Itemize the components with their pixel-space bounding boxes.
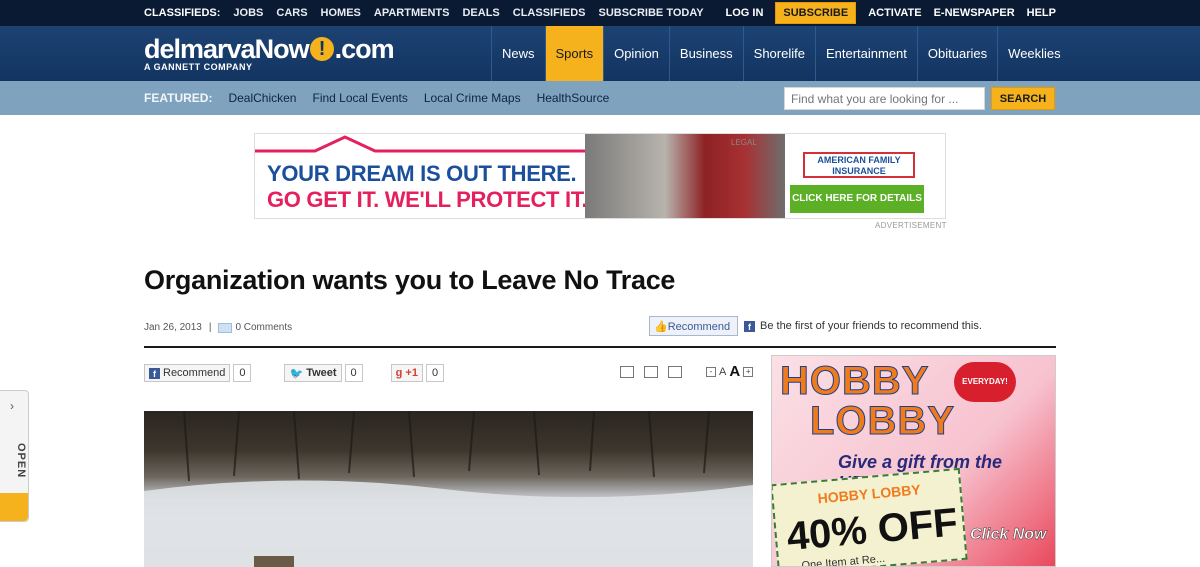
- nav-sports[interactable]: Sports: [544, 26, 604, 81]
- print-icon[interactable]: [644, 365, 658, 378]
- google-plus-icon: g: [395, 367, 403, 379]
- article-meta: Jan 26, 2013 | 0 Comments: [144, 322, 292, 333]
- fb-friends-text: Be the first of your friends to recommen…: [760, 320, 982, 332]
- logo-text-left: delmarva: [144, 34, 256, 64]
- help-link[interactable]: HELP: [1027, 7, 1056, 19]
- plusone-label: +1: [405, 367, 418, 379]
- featured-local-events[interactable]: Find Local Events: [312, 91, 407, 105]
- logo-text-right: .com: [334, 34, 395, 64]
- nav-shorelife[interactable]: Shorelife: [742, 26, 815, 81]
- facebook-icon: f: [744, 320, 755, 332]
- comment-icon: [218, 322, 233, 333]
- featured-label: FEATURED:: [144, 91, 213, 105]
- open-side-panel-tab[interactable]: › OPEN: [0, 390, 29, 522]
- ad-cta-button[interactable]: CLICK HERE FOR DETAILS ▸: [790, 185, 924, 213]
- side-ad-click-now[interactable]: Click Now: [970, 526, 1047, 544]
- share-recommend-button[interactable]: f Recommend: [144, 364, 231, 382]
- tweet-label: Tweet: [306, 367, 337, 379]
- ad-brand-logo: AMERICAN FAMILY INSURANCE: [803, 152, 915, 178]
- featured-dealchicken[interactable]: DealChicken: [228, 91, 296, 105]
- nav-weeklies[interactable]: Weeklies: [997, 26, 1071, 81]
- facebook-icon: f: [149, 367, 160, 379]
- article-divider: [144, 346, 1056, 348]
- tweet-count: 0: [344, 364, 363, 382]
- email-icon[interactable]: [620, 365, 634, 378]
- font-size-controls: - A A +: [706, 363, 754, 380]
- chevron-right-icon: ›: [10, 399, 14, 413]
- login-link[interactable]: LOG IN: [726, 7, 764, 19]
- classifieds-links: CLASSIFIEDS: JOBS CARS HOMES APARTMENTS …: [144, 0, 704, 26]
- open-tab-label: OPEN: [15, 443, 27, 479]
- search-input[interactable]: [784, 87, 985, 110]
- link-subscribe-today[interactable]: SUBSCRIBE TODAY: [598, 7, 703, 19]
- fb-recommend-label: Recommend: [667, 321, 731, 333]
- site-logo[interactable]: delmarva Now! .com A GANNETT COMPANY: [144, 34, 395, 72]
- share-icon[interactable]: [668, 365, 682, 378]
- nav-news[interactable]: News: [491, 26, 545, 81]
- font-large-a[interactable]: A: [729, 363, 740, 380]
- subscribe-button[interactable]: SUBSCRIBE: [775, 2, 857, 24]
- featured-healthsource[interactable]: HealthSource: [537, 91, 610, 105]
- top-utility-bar: CLASSIFIEDS: JOBS CARS HOMES APARTMENTS …: [0, 0, 1200, 26]
- side-ad-line2: LOBBY: [810, 399, 955, 443]
- ad-legal-text: LEGAL: [731, 138, 757, 147]
- share-recommend-label: Recommend: [163, 367, 226, 379]
- enewspaper-link[interactable]: E-NEWSPAPER: [934, 7, 1015, 19]
- site-header: delmarva Now! .com A GANNETT COMPANY News …: [0, 26, 1200, 81]
- nav-obituaries[interactable]: Obituaries: [916, 26, 997, 81]
- search-button[interactable]: SEARCH: [991, 87, 1055, 110]
- side-ad-line1: HOBBY: [779, 359, 930, 403]
- classifieds-label: CLASSIFIEDS:: [144, 7, 221, 19]
- link-deals[interactable]: DEALS: [462, 7, 499, 19]
- account-links: LOG IN SUBSCRIBE ACTIVATE E-NEWSPAPER HE…: [726, 0, 1056, 26]
- nav-business[interactable]: Business: [668, 26, 743, 81]
- meta-separator: |: [208, 322, 212, 333]
- ad-headline-line1: YOUR DREAM IS OUT THERE.: [267, 161, 577, 186]
- fb-recommend-button[interactable]: 👍Recommend: [649, 316, 738, 336]
- share-row: f Recommend 0 🐦 Tweet 0 g +1 0: [144, 363, 445, 383]
- fb-social-text: f Be the first of your friends to recomm…: [744, 320, 982, 332]
- side-banner-ad[interactable]: HOBBY LOBBY EVERYDAY! Give a gift from t…: [771, 355, 1056, 567]
- nav-opinion[interactable]: Opinion: [603, 26, 669, 81]
- link-classifieds[interactable]: CLASSIFIEDS: [513, 7, 586, 19]
- featured-crime-maps[interactable]: Local Crime Maps: [424, 91, 521, 105]
- activate-link[interactable]: ACTIVATE: [868, 7, 921, 19]
- comments-link[interactable]: 0 Comments: [235, 322, 292, 333]
- ad-headline-line2: GO GET IT. WE'LL PROTECT IT.: [267, 187, 588, 212]
- advertisement-label: ADVERTISEMENT: [875, 221, 947, 230]
- open-tab-accent: [0, 493, 28, 521]
- link-apartments[interactable]: APARTMENTS: [374, 7, 450, 19]
- link-cars[interactable]: CARS: [276, 7, 307, 19]
- coupon-offer: 40% OFF: [785, 500, 960, 560]
- side-ad-coupon: HOBBY LOBBY 40% OFF One Item at Re...: [772, 467, 968, 566]
- recommend-count: 0: [233, 364, 252, 382]
- article-photo[interactable]: [144, 411, 753, 567]
- font-decrease-button[interactable]: -: [706, 366, 716, 377]
- side-ad-badge: EVERYDAY!: [954, 362, 1016, 402]
- font-increase-button[interactable]: +: [743, 366, 754, 377]
- font-small-a[interactable]: A: [719, 366, 726, 378]
- coupon-brand: HOBBY LOBBY: [817, 481, 922, 507]
- snowy-woods-image: [144, 411, 753, 567]
- nav-entertainment[interactable]: Entertainment: [814, 26, 917, 81]
- article-title: Organization wants you to Leave No Trace: [144, 265, 676, 295]
- logo-text-now: Now: [254, 34, 310, 64]
- roof-graphic: [255, 135, 585, 153]
- tweet-button[interactable]: 🐦 Tweet: [284, 364, 342, 382]
- logo-exclamation-icon: !: [309, 37, 334, 61]
- top-banner-ad[interactable]: YOUR DREAM IS OUT THERE. GO GET IT. WE'L…: [254, 133, 946, 219]
- google-plus-button[interactable]: g +1: [390, 364, 423, 382]
- main-nav: News Sports Opinion Business Shorelife E…: [491, 26, 1071, 81]
- link-homes[interactable]: HOMES: [321, 7, 361, 19]
- article-tools: - A A +: [620, 363, 754, 380]
- thumbs-up-icon: 👍: [654, 321, 668, 333]
- link-jobs[interactable]: JOBS: [233, 7, 263, 19]
- twitter-bird-icon: 🐦: [289, 367, 304, 380]
- article-date: Jan 26, 2013: [144, 322, 202, 333]
- plusone-count: 0: [425, 364, 445, 382]
